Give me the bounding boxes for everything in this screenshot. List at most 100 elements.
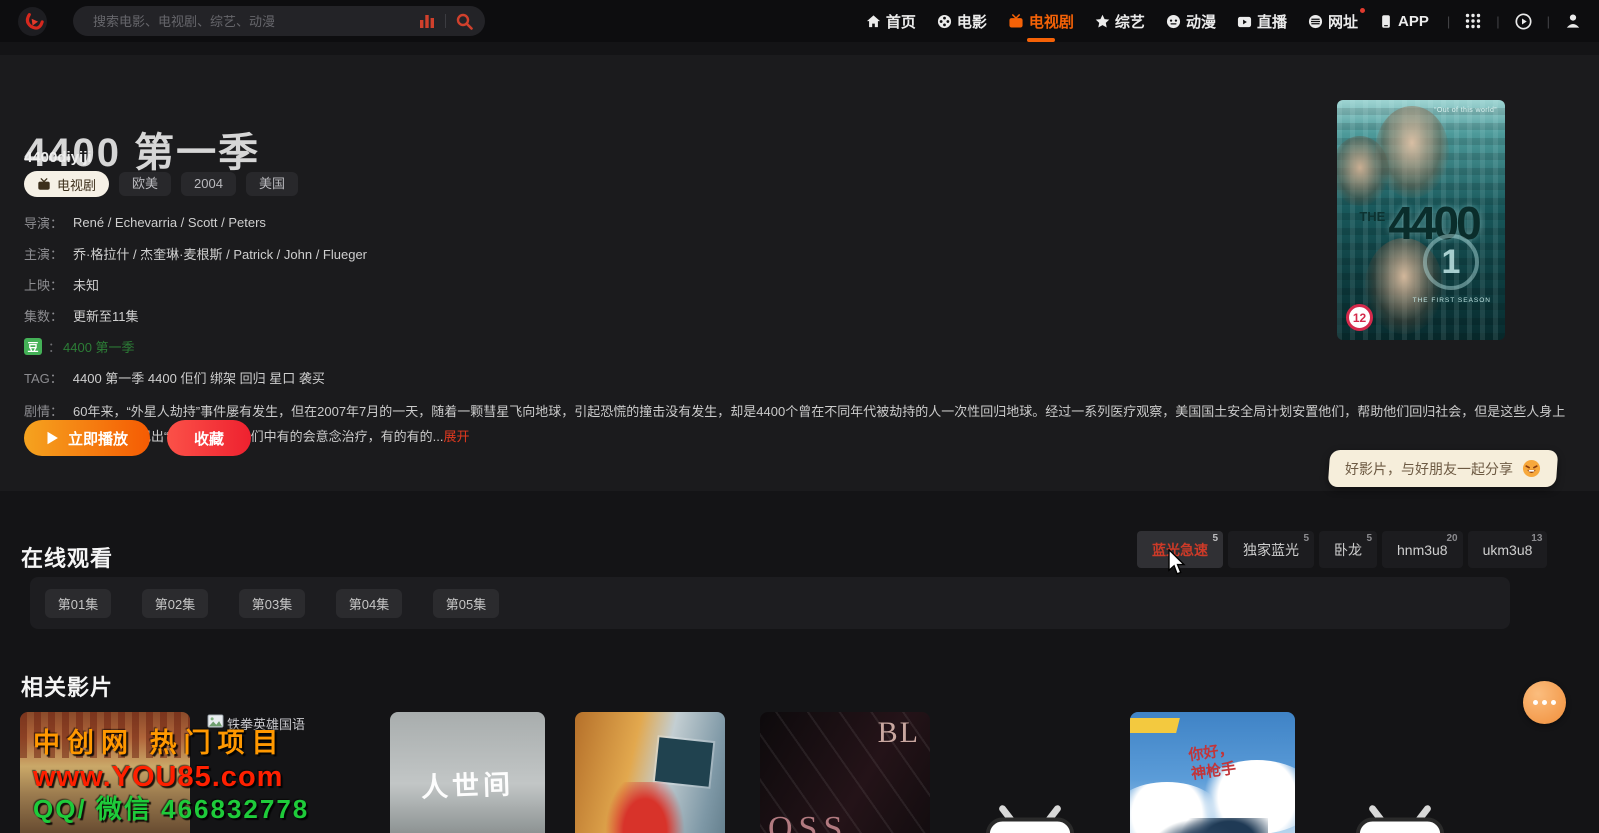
history-play-icon[interactable] xyxy=(1515,13,1532,30)
site-logo[interactable] xyxy=(18,7,47,36)
nav-label: 电视剧 xyxy=(1029,11,1074,32)
region-pill[interactable]: 欧美 xyxy=(119,172,171,196)
film-reel-icon xyxy=(937,14,952,29)
poster-sign xyxy=(655,737,713,786)
main-nav: 首页 电影 电视剧 综艺 xyxy=(866,11,1429,32)
search-divider xyxy=(445,14,446,28)
tv-icon xyxy=(37,178,51,191)
search-icon[interactable] xyxy=(456,13,473,30)
category-pill-label: 电视剧 xyxy=(57,175,96,194)
nav-item-live[interactable]: 直播 xyxy=(1237,11,1287,32)
share-toast: 好影片，与好朋友一起分享 xyxy=(1328,450,1559,487)
nav-item-sites[interactable]: 网址 xyxy=(1308,11,1358,32)
home-icon xyxy=(866,14,881,29)
poster-quote: “Out of this world” xyxy=(1434,107,1497,114)
related-card-8-placeholder[interactable] xyxy=(1315,712,1485,833)
action-buttons: 立即播放 收藏 xyxy=(24,420,251,456)
tab-count: 13 xyxy=(1531,533,1542,544)
related-card-6-placeholder[interactable] xyxy=(945,712,1115,833)
search-bar xyxy=(73,6,485,36)
nav-label: 网址 xyxy=(1328,11,1358,32)
nav-item-variety[interactable]: 综艺 xyxy=(1095,11,1145,32)
season-text: THE FIRST SEASON xyxy=(1413,297,1491,304)
stars-label: 主演： xyxy=(24,244,63,263)
season-ring: 1 xyxy=(1423,234,1479,290)
source-tabs: 蓝光急速 5 独家蓝光 5 卧龙 5 hnm3u8 20 ukm3u8 13 xyxy=(1137,531,1547,568)
active-nav-underline xyxy=(1027,38,1055,42)
related-card-7[interactable]: 你好， 神枪手 xyxy=(1130,712,1295,833)
expand-link[interactable]: 展开 xyxy=(444,429,470,444)
source-tab-lgjs[interactable]: 蓝光急速 5 xyxy=(1137,531,1223,568)
nav-label: 首页 xyxy=(886,11,916,32)
related-card-4[interactable] xyxy=(575,712,725,833)
related-card-5[interactable]: BL OSS xyxy=(760,712,930,833)
movie-hero: 4400 第一季 4400diyiji 电视剧 欧美 2004 美国 导演： R… xyxy=(0,55,1599,491)
episode-button-2[interactable]: 第02集 xyxy=(142,589,208,618)
episode-button-4[interactable]: 第04集 xyxy=(336,589,402,618)
divider: | xyxy=(1496,14,1499,29)
episode-button-3[interactable]: 第03集 xyxy=(239,589,305,618)
watch-online-heading: 在线观看 xyxy=(21,541,113,573)
broken-image-row: 铁拳英雄国语 xyxy=(205,712,375,733)
live-icon xyxy=(1237,14,1252,29)
douban-link[interactable]: 4400 第一季 xyxy=(63,337,135,356)
star-icon xyxy=(1095,14,1110,29)
nav-label: 直播 xyxy=(1257,11,1287,32)
apps-grid-icon[interactable] xyxy=(1465,13,1481,29)
tab-label: hnm3u8 xyxy=(1397,542,1448,558)
age-rating-badge: 12 xyxy=(1346,304,1373,331)
dot xyxy=(1542,700,1547,705)
nav-item-tv-series[interactable]: 电视剧 xyxy=(1008,11,1074,32)
source-tab-wl[interactable]: 卧龙 5 xyxy=(1319,531,1377,568)
navbar-utils: | | | xyxy=(1447,13,1581,30)
top-navbar: 首页 电影 电视剧 综艺 xyxy=(0,0,1599,42)
tab-label: 蓝光急速 xyxy=(1152,540,1208,560)
director-label: 导演： xyxy=(24,213,63,232)
movie-poster[interactable]: “Out of this world” THE4400 1 THE FIRST … xyxy=(1337,100,1505,340)
tab-count: 5 xyxy=(1366,533,1372,544)
tab-label: 卧龙 xyxy=(1334,540,1362,560)
related-card-3[interactable]: 人世间 xyxy=(390,712,545,833)
laughing-emoji-icon xyxy=(1522,459,1541,478)
poster-letters: OSS xyxy=(768,810,848,833)
tag-row: TAG： 4400 第一季 4400 佢们 绑架 回归 星口 袭买 xyxy=(24,368,1573,387)
related-card-2-broken[interactable]: 铁拳英雄国语 xyxy=(205,712,375,833)
source-tab-ukm3u8[interactable]: ukm3u8 13 xyxy=(1468,531,1548,568)
nav-label: 动漫 xyxy=(1186,11,1216,32)
search-input[interactable] xyxy=(91,13,419,30)
play-now-button[interactable]: 立即播放 xyxy=(24,420,150,456)
floating-more-button[interactable] xyxy=(1523,681,1566,724)
episode-button-5[interactable]: 第05集 xyxy=(433,589,499,618)
logo-icon xyxy=(22,10,44,32)
nav-item-movies[interactable]: 电影 xyxy=(937,11,987,32)
related-card-1[interactable] xyxy=(20,712,190,833)
related-movies-heading: 相关影片 xyxy=(21,670,113,702)
user-icon[interactable] xyxy=(1565,13,1581,29)
poster-letters: BL xyxy=(878,716,920,750)
new-badge xyxy=(1360,8,1365,13)
favorite-button[interactable]: 收藏 xyxy=(167,420,251,456)
plot-text: 60年来，“外星人劫持”事件屡有发生，但在2007年7月的一天，随着一颗彗星飞向… xyxy=(73,399,1573,449)
year-pill[interactable]: 2004 xyxy=(181,172,236,196)
anime-face-icon xyxy=(1166,14,1181,29)
nav-item-app[interactable]: APP xyxy=(1379,13,1429,30)
nav-item-anime[interactable]: 动漫 xyxy=(1166,11,1216,32)
stars-value: 乔·格拉什 / 杰奎琳·麦根斯 / Patrick / John / Flueg… xyxy=(73,244,367,263)
source-tab-djlg[interactable]: 独家蓝光 5 xyxy=(1228,531,1314,568)
tag-value: 4400 第一季 4400 佢们 绑架 回归 星口 袭买 xyxy=(73,368,325,387)
episode-button-1[interactable]: 第01集 xyxy=(45,589,111,618)
douban-colon: ： xyxy=(48,337,61,356)
nav-item-home[interactable]: 首页 xyxy=(866,11,916,32)
country-pill[interactable]: 美国 xyxy=(246,172,298,196)
video-detail-page: 首页 电影 电视剧 综艺 xyxy=(0,0,1599,833)
toast-text: 好影片，与好朋友一起分享 xyxy=(1345,459,1513,479)
divider: | xyxy=(1547,14,1550,29)
nav-label: 电影 xyxy=(957,11,987,32)
plot-body: 60年来，“外星人劫持”事件屡有发生，但在2007年7月的一天，随着一颗彗星飞向… xyxy=(73,404,1565,444)
ranking-chart-icon[interactable] xyxy=(419,14,435,28)
tab-count: 5 xyxy=(1303,533,1309,544)
category-pill[interactable]: 电视剧 xyxy=(24,171,109,197)
plot-row: 剧情： 60年来，“外星人劫持”事件屡有发生，但在2007年7月的一天，随着一颗… xyxy=(24,399,1573,449)
source-tab-hnm3u8[interactable]: hnm3u8 20 xyxy=(1382,531,1463,568)
play-button-label: 立即播放 xyxy=(68,428,128,449)
